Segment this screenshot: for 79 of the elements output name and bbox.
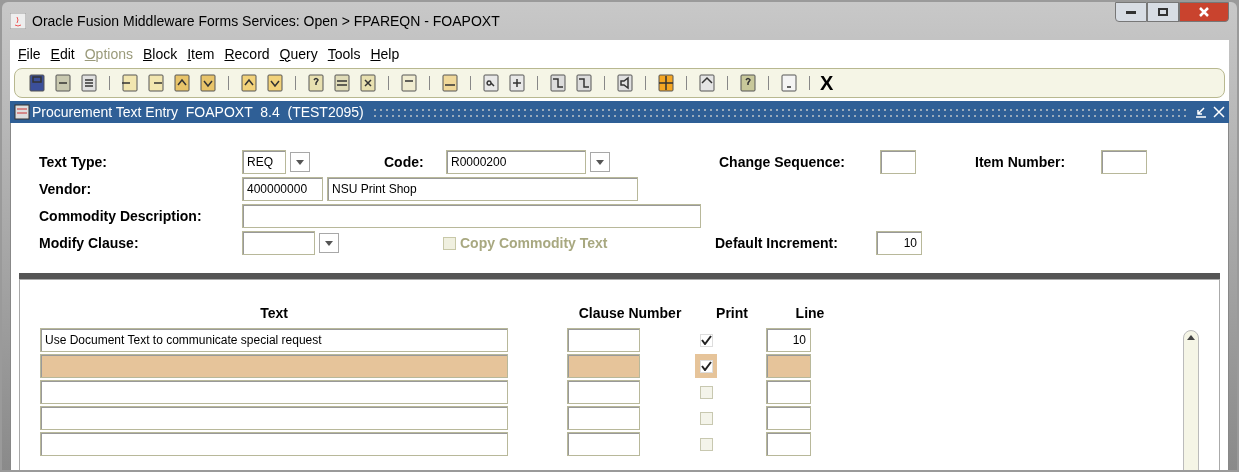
clause-number-field[interactable] — [567, 432, 640, 456]
scrollbar[interactable] — [1183, 330, 1199, 470]
menu-item[interactable]: Query — [279, 43, 318, 65]
modify-clause-field[interactable] — [242, 231, 315, 255]
check-icon — [700, 335, 712, 345]
add-icon[interactable] — [507, 73, 527, 93]
change-sequence-field[interactable] — [880, 150, 916, 174]
checkbox[interactable] — [699, 359, 713, 373]
caret-icon — [596, 159, 604, 165]
vendor-name-field[interactable]: NSU Print Shop — [327, 177, 638, 201]
text-field[interactable]: Use Document Text to communicate special request — [40, 328, 508, 352]
text-type-field[interactable]: REQ — [242, 150, 286, 174]
field-label: Commodity Description: — [39, 206, 203, 226]
text-field[interactable] — [40, 432, 508, 456]
menu-item[interactable]: File — [18, 43, 41, 65]
next-block-icon[interactable] — [198, 73, 218, 93]
line-field[interactable] — [766, 432, 811, 456]
minimize-button[interactable] — [1115, 2, 1147, 22]
field-label: Vendor: — [39, 179, 93, 199]
item-number-field[interactable] — [1101, 150, 1147, 174]
window-title: Oracle Fusion Middleware Forms Services: Open > FPAREQN - FOAPOXT — [32, 11, 500, 31]
field-label: Modify Clause: — [39, 233, 140, 253]
checkbox-label: Copy Commodity Text — [460, 233, 608, 253]
form-title: Procurement Text Entry FOAPOXT 8.4 (TEST2095) — [32, 102, 364, 122]
clause-number-field[interactable] — [567, 354, 640, 378]
column-header: Print — [715, 303, 749, 323]
menu-item[interactable]: Edit — [50, 43, 75, 65]
query-help-icon[interactable] — [306, 73, 326, 93]
close-icon[interactable] — [1213, 106, 1225, 118]
dropdown-button[interactable] — [319, 233, 339, 253]
speaker-icon[interactable] — [615, 73, 635, 93]
caret-icon — [296, 159, 304, 165]
menu-item[interactable]: Record — [224, 43, 270, 65]
default-increment-field[interactable]: 10 — [876, 231, 922, 255]
previous-block-icon[interactable] — [172, 73, 192, 93]
close-button[interactable] — [1179, 2, 1229, 22]
line-field[interactable] — [766, 354, 811, 378]
commodity-description-field[interactable] — [242, 204, 701, 228]
menu-item[interactable]: Tools — [327, 43, 361, 65]
code-field[interactable]: R0000200 — [446, 150, 586, 174]
column-header: Line — [794, 303, 826, 323]
dropdown-button[interactable] — [290, 152, 310, 172]
check-icon — [700, 361, 712, 371]
menu-item[interactable]: Item — [187, 43, 215, 65]
caret-icon — [325, 240, 333, 246]
close-icon — [1199, 7, 1209, 17]
text-field[interactable] — [40, 354, 508, 378]
field-label: Change Sequence: — [719, 152, 847, 172]
field-label: Item Number: — [975, 152, 1067, 172]
form-icon — [14, 104, 30, 120]
menu-item[interactable]: Block — [142, 43, 178, 65]
line-field[interactable] — [766, 380, 811, 404]
field-label: Text Type: — [39, 152, 108, 172]
field-label: Default Increment: — [715, 233, 839, 253]
maximize-button[interactable] — [1147, 2, 1179, 22]
column-header: Clause Number — [577, 303, 683, 323]
text-field[interactable] — [40, 406, 508, 430]
cancel-query-icon[interactable] — [358, 73, 378, 93]
line-field[interactable]: 10 — [766, 328, 811, 352]
search-icon[interactable] — [481, 73, 501, 93]
menu-item[interactable]: Help — [370, 43, 400, 65]
column-header: Text — [259, 303, 289, 323]
document-icon[interactable] — [79, 73, 99, 93]
line-field[interactable] — [766, 406, 811, 430]
database-icon[interactable] — [332, 73, 352, 93]
next-record-icon[interactable] — [265, 73, 285, 93]
previous-record-icon[interactable] — [239, 73, 259, 93]
field-label: Code: — [384, 152, 425, 172]
clause-number-field[interactable] — [567, 380, 640, 404]
vendor-id-field[interactable]: 400000000 — [242, 177, 323, 201]
save-icon[interactable] — [27, 73, 47, 93]
dropdown-button[interactable] — [590, 152, 610, 172]
clause-number-field[interactable] — [567, 328, 640, 352]
minimize-icon[interactable] — [1195, 106, 1207, 118]
exit-button[interactable]: X — [820, 73, 834, 93]
checkbox[interactable] — [699, 333, 713, 347]
clause-number-field[interactable] — [567, 406, 640, 430]
text-field[interactable] — [40, 380, 508, 404]
help-icon[interactable] — [738, 73, 758, 93]
